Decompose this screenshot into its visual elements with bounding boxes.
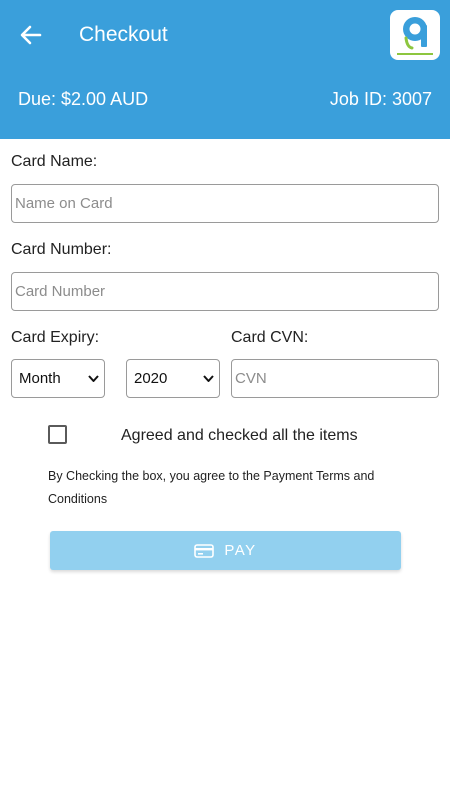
chevron-down-icon [203,375,214,382]
expiry-year-select[interactable]: 2020 [126,359,220,398]
pay-button-label: PAY [224,542,257,559]
expiry-month-value: Month [19,370,61,387]
back-button[interactable] [14,18,48,52]
chevron-down-icon [88,375,99,382]
page-title: Checkout [79,23,168,46]
pay-button[interactable]: PAY [50,531,401,570]
cvn-input[interactable] [231,359,439,398]
brand-logo-icon [390,10,440,60]
arrow-left-icon [20,25,42,45]
credit-card-icon [194,543,215,558]
card-name-input[interactable] [11,184,439,223]
expiry-year-value: 2020 [134,370,168,387]
card-number-label: Card Number: [11,241,112,258]
agree-label: Agreed and checked all the items [121,427,358,444]
card-expiry-label: Card Expiry: [11,329,100,346]
checkout-header: Checkout Due: $2.00 AUD Job ID: 3007 [0,0,450,139]
card-number-input[interactable] [11,272,439,311]
card-name-label: Card Name: [11,153,98,170]
due-amount: Due: $2.00 AUD [18,89,149,109]
expiry-month-select[interactable]: Month [11,359,105,398]
job-id: Job ID: 3007 [329,89,432,109]
card-cvn-label: Card CVN: [231,329,309,346]
terms-text: By Checking the box, you agree to the Pa… [48,469,375,506]
agree-checkbox[interactable] [48,425,67,444]
